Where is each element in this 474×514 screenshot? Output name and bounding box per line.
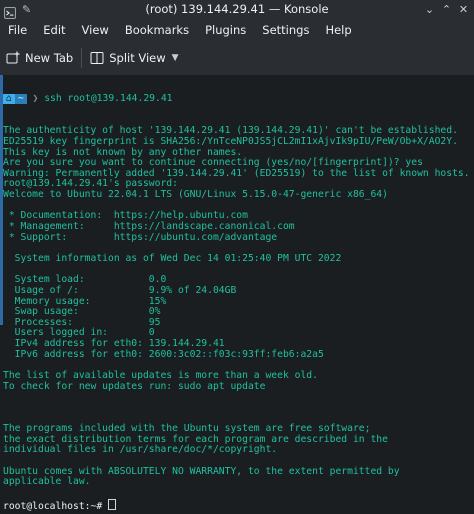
- menu-view[interactable]: View: [74, 19, 117, 41]
- terminal-line: * Support: https://ubuntu.com/advantage: [3, 231, 278, 243]
- menu-bar: File Edit View Bookmarks Plugins Setting…: [0, 19, 474, 41]
- command-text: ssh root@139.144.29.41: [44, 93, 173, 105]
- final-prompt-line: root@localhost:~#: [3, 498, 474, 512]
- menu-edit[interactable]: Edit: [35, 19, 73, 41]
- menu-settings[interactable]: Settings: [254, 19, 317, 41]
- toolbar-separator: [81, 48, 83, 68]
- terminal-line: ED25519 key fingerprint is SHA256:/YnTce…: [3, 135, 458, 147]
- title-bar: ✎ (root) 139.144.29.41 — Konsole ⌄ ⌃ ✕: [0, 0, 474, 19]
- chevron-down-icon[interactable]: ▼: [172, 53, 179, 63]
- toolbar: New Tab Split View ▼: [0, 41, 474, 76]
- new-tab-button[interactable]: New Tab: [0, 44, 79, 72]
- split-view-icon: [90, 51, 104, 65]
- cursor: [107, 498, 116, 510]
- close-icon[interactable]: ✕: [455, 1, 472, 18]
- terminal-line: applicable law.: [3, 476, 91, 488]
- terminal-line: individual files in /usr/share/doc/*/cop…: [3, 444, 278, 456]
- split-view-button[interactable]: Split View ▼: [84, 44, 184, 72]
- terminal-line: Welcome to Ubuntu 22.04.1 LTS (GNU/Linux…: [3, 189, 388, 201]
- menu-bookmarks[interactable]: Bookmarks: [117, 19, 197, 41]
- maximize-icon[interactable]: ⌃: [438, 1, 455, 18]
- split-view-label: Split View: [109, 51, 166, 65]
- prompt-segment-dir: ~: [14, 94, 27, 105]
- terminal-line: IPv6 address for eth0: 2600:3c02::f03c:9…: [3, 348, 324, 360]
- terminal-line: System information as of Wed Dec 14 01:2…: [3, 252, 342, 264]
- terminal-output: ⌂ ~ ❯ ssh root@139.144.29.41 The authenti…: [3, 75, 474, 512]
- terminal-view[interactable]: ⌂ ~ ❯ ssh root@139.144.29.41 The authenti…: [0, 75, 474, 514]
- terminal-line: Usage of /: 9.9% of 24.04GB: [3, 284, 237, 296]
- new-tab-label: New Tab: [25, 51, 74, 65]
- new-tab-icon: [6, 51, 20, 65]
- prompt-line: ⌂ ~ ❯ ssh root@139.144.29.41: [3, 93, 474, 105]
- menu-help[interactable]: Help: [317, 19, 359, 41]
- window-title: (root) 139.144.29.41 — Konsole: [145, 2, 329, 16]
- prompt-segment-root: ⌂: [3, 94, 15, 105]
- final-prompt: root@localhost:~#: [3, 500, 108, 512]
- menu-plugins[interactable]: Plugins: [197, 19, 254, 41]
- menu-file[interactable]: File: [0, 19, 35, 41]
- minimize-icon[interactable]: ⌄: [421, 1, 438, 18]
- terminal-line: To check for new updates run: sudo apt u…: [3, 380, 266, 392]
